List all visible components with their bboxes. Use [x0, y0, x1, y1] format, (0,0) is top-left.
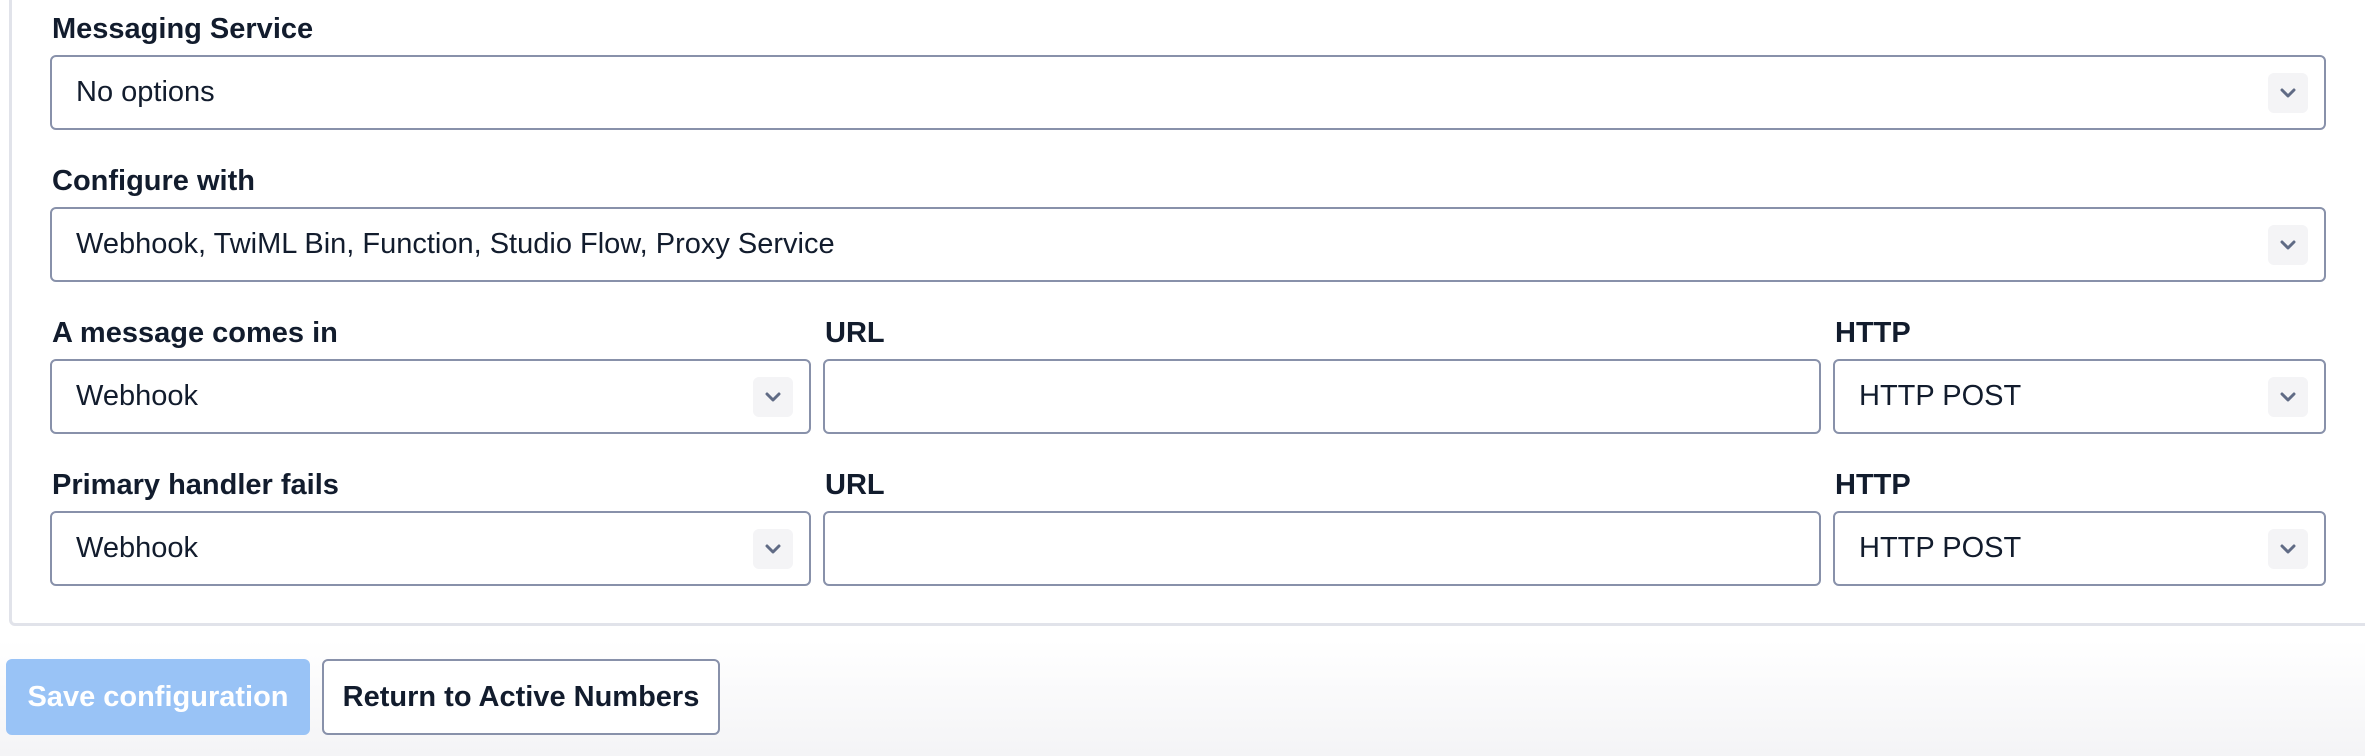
message-comes-in-label: A message comes in — [52, 317, 338, 349]
chevron-down-icon — [2268, 225, 2308, 265]
messaging-service-value: No options — [76, 76, 215, 108]
chevron-down-icon — [753, 529, 793, 569]
chevron-down-icon — [2268, 73, 2308, 113]
configure-with-select[interactable]: Webhook, TwiML Bin, Function, Studio Flo… — [50, 207, 2326, 282]
primary-handler-fails-label: Primary handler fails — [52, 469, 339, 501]
primary-handler-fails-select[interactable]: Webhook — [50, 511, 811, 586]
configure-with-value: Webhook, TwiML Bin, Function, Studio Flo… — [76, 228, 835, 260]
primary-handler-fails-http-select[interactable]: HTTP POST — [1833, 511, 2326, 586]
primary-handler-fails-http-label: HTTP — [1835, 469, 1911, 501]
message-comes-in-http-label: HTTP — [1835, 317, 1911, 349]
save-configuration-button[interactable]: Save configuration — [6, 659, 310, 735]
page: Messaging Service No options Configure w… — [0, 0, 2365, 756]
primary-handler-fails-url-input[interactable] — [823, 511, 1821, 586]
message-comes-in-value: Webhook — [76, 380, 198, 412]
primary-handler-fails-url-label: URL — [825, 469, 885, 501]
primary-handler-fails-http-value: HTTP POST — [1859, 532, 2022, 564]
message-comes-in-http-select[interactable]: HTTP POST — [1833, 359, 2326, 434]
chevron-down-icon — [2268, 377, 2308, 417]
message-comes-in-url-label: URL — [825, 317, 885, 349]
return-to-active-numbers-button[interactable]: Return to Active Numbers — [322, 659, 720, 735]
messaging-service-select[interactable]: No options — [50, 55, 2326, 130]
chevron-down-icon — [753, 377, 793, 417]
primary-handler-fails-value: Webhook — [76, 532, 198, 564]
messaging-service-label: Messaging Service — [52, 13, 314, 45]
message-comes-in-http-value: HTTP POST — [1859, 380, 2022, 412]
chevron-down-icon — [2268, 529, 2308, 569]
configure-with-label: Configure with — [52, 165, 255, 197]
message-comes-in-select[interactable]: Webhook — [50, 359, 811, 434]
message-comes-in-url-input[interactable] — [823, 359, 1821, 434]
